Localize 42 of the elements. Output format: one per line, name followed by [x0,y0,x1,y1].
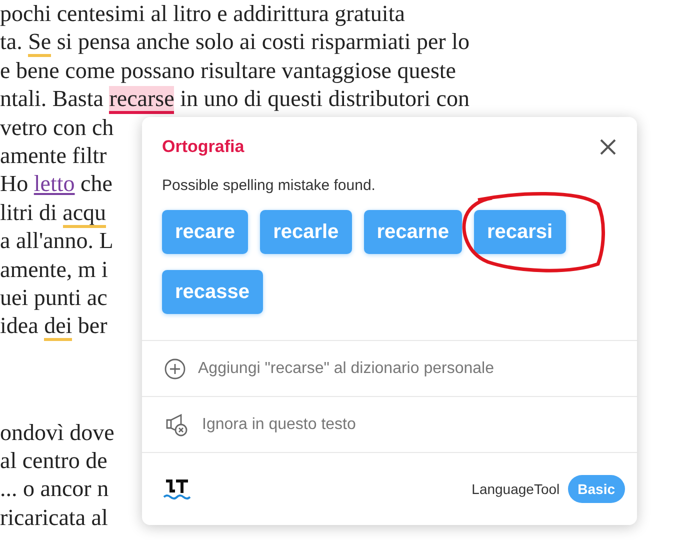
body-text: amente filtr [0,142,107,168]
body-text: Ho [0,171,30,196]
body-text: uei punti ac [0,284,108,310]
flagged-word[interactable]: acqu [62,200,106,228]
body-text: si pensa anche solo ai costi risparmiati per lo [56,29,470,54]
body-text: in uno di questi distributori con [179,86,470,112]
plus-circle-icon [164,358,186,380]
action-label: Aggiungi "recarse" al dizionario personale [198,360,494,378]
brand-name: LanguageTool [472,481,560,497]
suggestion-button[interactable]: recare [162,210,248,254]
popup-title: Ortografia [162,137,244,157]
logo-icon [162,477,192,501]
popup-message: Possible spelling mistake found. [161,176,376,194]
text-link[interactable]: letto [34,171,75,196]
flagged-word[interactable]: Se [28,29,52,58]
suggestion-button[interactable]: recarne [364,210,462,254]
plan-badge: Basic [568,475,625,503]
suggestion-button[interactable]: recasse [162,270,263,314]
body-text: idea [0,313,40,338]
body-text: a all'anno. L [0,228,114,254]
flagged-word[interactable]: dei [44,313,72,342]
misspelled-word[interactable]: recarse [109,86,174,114]
close-icon[interactable] [599,138,617,156]
body-text: ricaricata al [0,504,108,530]
body-text: amente, m i [0,256,108,282]
action-label: Ignora in questo testo [202,416,356,434]
body-text: ... o ancor n [0,476,109,502]
body-text: ber [76,313,108,338]
body-text: pochi centesimi al litro e addirittura gratuita [0,1,405,26]
body-text: al centro de [0,448,108,474]
popup-action[interactable]: Ignora in questo testo [142,397,637,453]
suggestion-button[interactable]: recarsi [474,210,566,254]
ignore-icon [164,412,190,438]
body-text: litri di [0,200,58,225]
popup-action[interactable]: Aggiungi "recarse" al dizionario personale [142,341,637,397]
body-text: vetro con ch [0,114,114,140]
body-text: che [80,171,112,196]
body-text: ta. [0,29,24,54]
body-text: ntali. Basta [0,86,104,112]
suggestion-button[interactable]: recarle [260,210,352,254]
body-text: e bene come possano risultare vantaggiose queste [0,58,456,83]
body-text: ondovì dove [0,420,114,445]
